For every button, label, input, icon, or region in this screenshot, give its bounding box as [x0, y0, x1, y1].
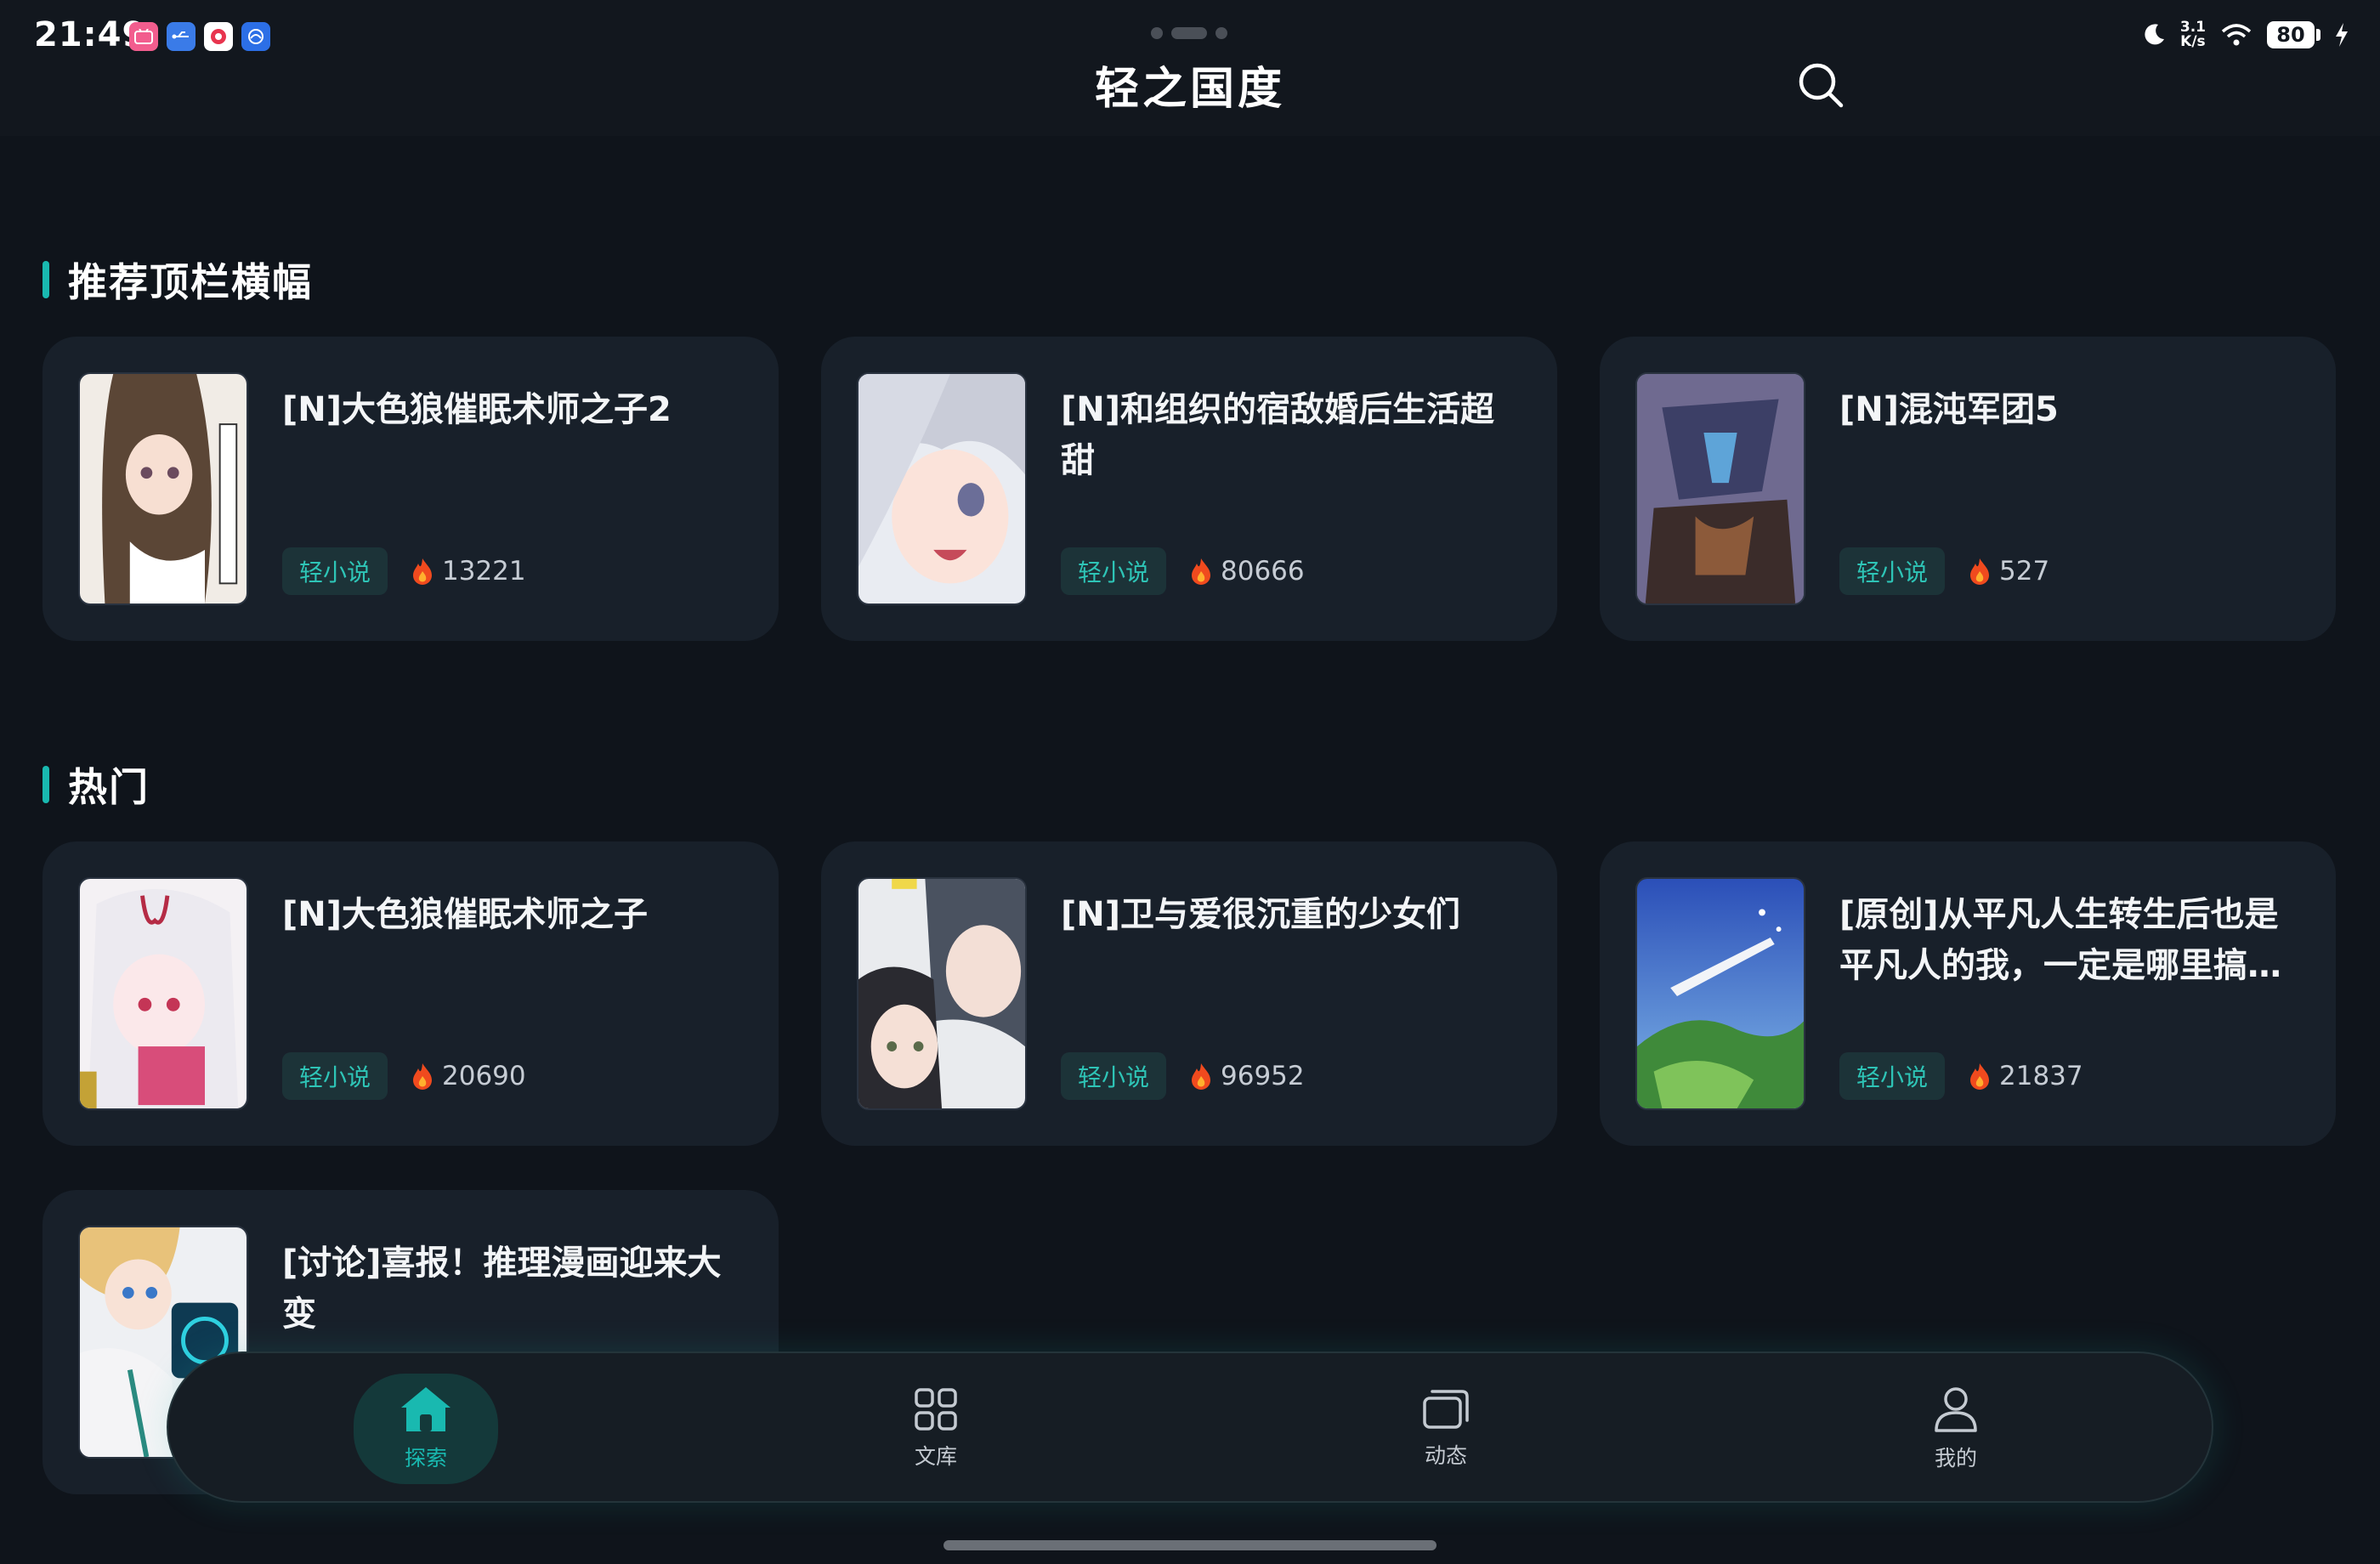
section-accent-bar	[42, 261, 49, 298]
heat-count: 527	[1969, 556, 2049, 586]
book-cover	[78, 877, 248, 1110]
battery-indicator: 80	[2267, 21, 2320, 48]
heat-count: 96952	[1190, 1061, 1305, 1091]
novel-card[interactable]: [原创]从平凡人生转生后也是平凡人的我，一定是哪里搞错了 轻小说 21837	[1600, 842, 2336, 1146]
category-tag: 轻小说	[282, 1052, 388, 1100]
card-title: [N]大色狼催眠术师之子2	[282, 390, 672, 429]
nav-tab-explore[interactable]: 探索	[354, 1374, 498, 1484]
section-title-text: 推荐顶栏横幅	[68, 259, 313, 305]
heat-count: 13221	[411, 556, 526, 586]
nav-label: 我的	[1934, 1446, 1977, 1470]
card-title: [N]卫与爱很沉重的少女们	[1061, 895, 1461, 934]
flame-icon	[413, 1063, 433, 1090]
battery-level: 80	[2267, 21, 2315, 48]
window-pager-dots[interactable]	[1151, 27, 1227, 39]
book-cover	[857, 877, 1027, 1110]
book-cover	[857, 372, 1027, 605]
top-bar: 21:49 轻之国度 3.1 K/s 80	[0, 0, 2380, 136]
home-indicator[interactable]	[944, 1540, 1436, 1550]
novel-card[interactable]: [N]和组织的宿敌婚后生活超甜 轻小说 80666	[821, 337, 1557, 641]
section-title-text: 热门	[68, 764, 150, 810]
novel-card[interactable]: [N]混沌军团5 轻小说 527	[1600, 337, 2336, 641]
card-title: [N]大色狼催眠术师之子	[282, 895, 649, 934]
nav-tab-library[interactable]: 文库	[864, 1374, 1008, 1484]
heat-value: 13221	[442, 556, 526, 586]
heat-value: 20690	[442, 1061, 526, 1091]
bilibili-icon	[129, 22, 158, 51]
flame-icon	[1970, 558, 1990, 585]
flame-icon	[1970, 1063, 1990, 1090]
novel-card[interactable]: [N]卫与爱很沉重的少女们 轻小说 96952	[821, 842, 1557, 1146]
heat-value: 96952	[1221, 1061, 1305, 1091]
flame-icon	[1192, 1063, 1211, 1090]
nav-label: 探索	[404, 1446, 447, 1470]
moon-icon	[2145, 24, 2164, 45]
status-indicators: 3.1 K/s 80	[2141, 20, 2349, 49]
category-tag: 轻小说	[1839, 547, 1946, 595]
status-app-icons	[129, 22, 270, 51]
gallery-icon	[204, 22, 233, 51]
nav-tab-feed[interactable]: 动态	[1374, 1374, 1518, 1484]
card-meta: 轻小说 21837	[1839, 1052, 2083, 1100]
usb-icon	[167, 22, 196, 51]
card-meta: 轻小说 96952	[1061, 1052, 1305, 1100]
card-meta: 轻小说 80666	[1061, 547, 1305, 595]
heat-value: 527	[1999, 556, 2050, 586]
cards-icon	[1423, 1390, 1469, 1429]
nav-label: 文库	[914, 1444, 957, 1469]
user-icon	[1935, 1387, 1977, 1432]
card-meta: 轻小说 13221	[282, 547, 526, 595]
card-title: [N]混沌军团5	[1839, 390, 2059, 429]
search-icon	[1799, 63, 1844, 108]
category-tag: 轻小说	[1061, 547, 1167, 595]
home-icon	[401, 1387, 450, 1431]
book-cover	[78, 372, 248, 605]
flame-icon	[1192, 558, 1211, 585]
section-accent-bar	[42, 766, 49, 803]
category-tag: 轻小说	[1061, 1052, 1167, 1100]
book-cover	[1635, 372, 1805, 605]
heat-value: 21837	[1999, 1061, 2083, 1091]
card-meta: 轻小说 527	[1839, 547, 2049, 595]
book-cover	[1635, 877, 1805, 1110]
section-title-popular: 热门	[42, 756, 150, 813]
heat-count: 80666	[1190, 556, 1305, 586]
card-title: [原创]从平凡人生转生后也是平凡人的我，一定是哪里搞错了	[1839, 895, 2281, 985]
flame-icon	[413, 558, 433, 585]
novel-card[interactable]: [N]大色狼催眠术师之子 轻小说 20690	[42, 842, 779, 1146]
search-button[interactable]	[1795, 60, 1846, 110]
section-title-recommended: 推荐顶栏横幅	[42, 252, 313, 308]
category-tag: 轻小说	[282, 547, 388, 595]
card-title: [N]和组织的宿敌婚后生活超甜	[1061, 390, 1495, 480]
browser-icon	[241, 22, 270, 51]
page-title: 轻之国度	[1094, 64, 1285, 115]
bottom-navigation: 探索 文库 动态 我的	[167, 1352, 2213, 1503]
category-tag: 轻小说	[1839, 1052, 1946, 1100]
nav-label: 动态	[1424, 1443, 1467, 1468]
wifi-icon	[2221, 24, 2252, 46]
heat-value: 80666	[1221, 556, 1305, 586]
network-speed: 3.1 K/s	[2179, 19, 2206, 50]
charging-icon	[2336, 23, 2348, 47]
card-meta: 轻小说 20690	[282, 1052, 526, 1100]
grid-icon	[915, 1388, 957, 1431]
heat-count: 20690	[411, 1061, 526, 1091]
nav-tab-profile[interactable]: 我的	[1884, 1374, 2028, 1484]
novel-card[interactable]: [N]大色狼催眠术师之子2 轻小说 13221	[42, 337, 779, 641]
card-title: [讨论]喜报！推理漫画迎来大变	[282, 1244, 722, 1334]
heat-count: 21837	[1969, 1061, 2083, 1091]
